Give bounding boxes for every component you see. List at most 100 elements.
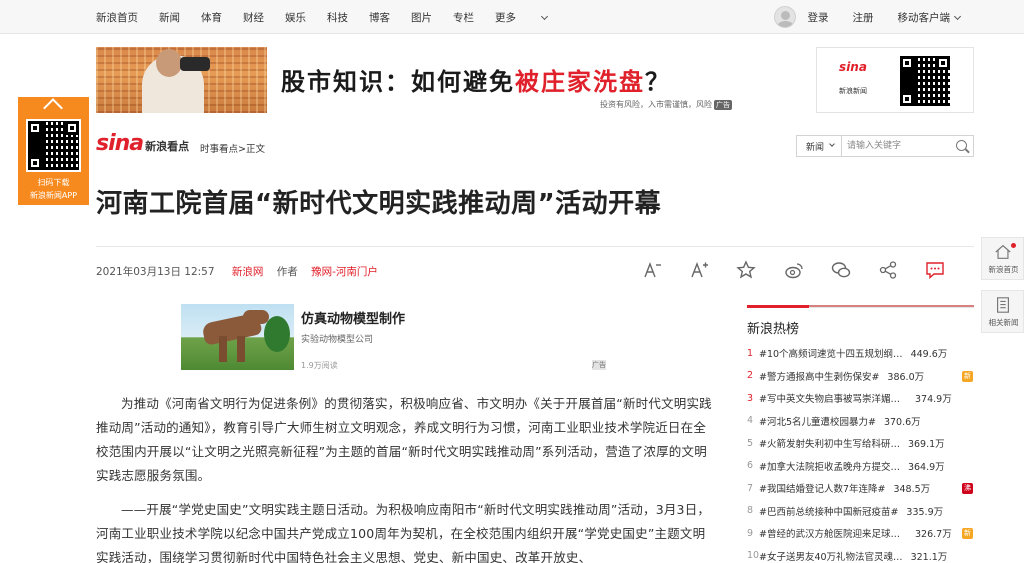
chevron-down-icon bbox=[953, 12, 962, 20]
hot-rank: 1 bbox=[747, 347, 754, 359]
nav-columns[interactable]: 专栏 bbox=[453, 10, 474, 25]
hot-badge: 沸 bbox=[962, 483, 973, 494]
hot-topic[interactable]: #曾经的武汉方舱医院迎来足球赛# bbox=[759, 526, 907, 540]
scan-download-label: 扫码下载 bbox=[37, 178, 70, 187]
hot-list-item[interactable]: 9 #曾经的武汉方舱医院迎来足球赛# 326.7万新 bbox=[747, 522, 977, 545]
hot-list-item[interactable]: 5 #火箭发射失利初中生写给科研… 369.1万 bbox=[747, 432, 977, 455]
hot-topic[interactable]: #10个高频词速览十四五规划纲… bbox=[759, 346, 903, 360]
login-link[interactable]: 登录 bbox=[808, 10, 829, 25]
nav-news[interactable]: 新闻 bbox=[159, 10, 180, 25]
app-download-float[interactable]: 扫码下载 新浪新闻APP bbox=[18, 97, 89, 205]
nav-tech[interactable]: 科技 bbox=[327, 10, 348, 25]
chevron-up-icon[interactable] bbox=[43, 98, 63, 118]
font-decrease-icon[interactable] bbox=[642, 260, 662, 280]
hot-list-item[interactable]: 2 #警方通报高中生剥伤保安# 386.0万 新 bbox=[747, 365, 977, 388]
nav-more-label: 更多 bbox=[495, 11, 516, 24]
comment-icon[interactable] bbox=[925, 260, 945, 280]
hot-badge: 新 bbox=[962, 370, 973, 382]
hot-rank: 4 bbox=[747, 415, 754, 427]
font-increase-icon[interactable] bbox=[689, 260, 709, 280]
hot-list-item[interactable]: 1 #10个高频词速览十四五规划纲… 449.6万 bbox=[747, 342, 977, 365]
home-icon bbox=[994, 244, 1011, 259]
hot-topic[interactable]: #我国结婚登记人数7年连降# bbox=[759, 481, 885, 495]
user-area: 登录 注册 移动客户端 bbox=[773, 0, 962, 34]
hot-topic[interactable]: #写中英文失物启事被骂崇洋媚外# bbox=[759, 391, 907, 405]
banner-note-text: 投资有风险，入市需谨慎，风险 bbox=[600, 100, 712, 109]
sina-mini-caption: 新浪新闻 bbox=[839, 87, 867, 95]
article-title: 河南工院首届“新时代文明实践推动周”活动开幕 bbox=[96, 189, 662, 219]
ad-tag: 广告 bbox=[714, 100, 732, 110]
mobile-client-menu[interactable]: 移动客户端 bbox=[897, 10, 962, 25]
paragraph: ——开展“学党史国史”文明实践主题日活动。为积极响应南阳市“新时代文明实践推动周… bbox=[96, 502, 711, 563]
banner-photo bbox=[96, 47, 267, 113]
app-download-banner[interactable]: sina 新浪新闻 bbox=[816, 47, 974, 113]
hot-count: 386.0万 bbox=[887, 371, 925, 383]
nav-finance[interactable]: 财经 bbox=[243, 10, 264, 25]
sina-logo-sub: 新浪看点 bbox=[145, 140, 190, 153]
hot-list-rule bbox=[747, 305, 974, 308]
hot-topic[interactable]: #加拿大法院拒收孟晚舟方提交… bbox=[759, 459, 900, 473]
nav-sports[interactable]: 体育 bbox=[201, 10, 222, 25]
hot-topic[interactable]: #火箭发射失利初中生写给科研… bbox=[759, 436, 900, 450]
hot-count: 335.9万 bbox=[906, 506, 944, 518]
article-source-link[interactable]: 新浪网 bbox=[232, 266, 264, 278]
hot-count: 364.9万 bbox=[907, 461, 945, 473]
hot-rank: 6 bbox=[747, 460, 754, 472]
ad-subtitle: 实验动物模型公司 bbox=[301, 335, 374, 345]
qr-code-icon bbox=[26, 119, 81, 172]
wechat-icon[interactable] bbox=[831, 260, 851, 280]
banner-headline-highlight: 被庄家洗盘 bbox=[515, 68, 645, 96]
nav-photos[interactable]: 图片 bbox=[411, 10, 432, 25]
hot-count: 369.1万 bbox=[907, 439, 945, 451]
article-date: 2021年03月13日 12:57 bbox=[96, 266, 215, 278]
sina-logo-text: sina bbox=[96, 131, 144, 156]
float-home-button[interactable]: 新浪首页 bbox=[981, 237, 1024, 280]
avatar[interactable] bbox=[773, 6, 796, 28]
nav-blog[interactable]: 博客 bbox=[369, 10, 390, 25]
hot-count: 326.7万 bbox=[915, 529, 952, 541]
hot-list-item[interactable]: 6 #加拿大法院拒收孟晚舟方提交… 364.9万 bbox=[747, 455, 977, 478]
hot-rank: 8 bbox=[747, 505, 754, 517]
hot-topic[interactable]: #河北5名儿童遭校园暴力# bbox=[759, 414, 876, 428]
hot-list-item[interactable]: 3 #写中英文失物启事被骂崇洋媚外# 374.9万 bbox=[747, 387, 977, 410]
search-input[interactable] bbox=[842, 137, 950, 155]
ad-card[interactable]: 仿真动物模型制作 实验动物模型公司 1.9万阅读 广告 bbox=[181, 304, 606, 372]
hot-rank: 9 bbox=[747, 527, 754, 539]
hot-list-item[interactable]: 7 #我国结婚登记人数7年连降# 348.5万 沸 bbox=[747, 477, 977, 500]
search-icon[interactable] bbox=[956, 140, 967, 151]
float-related-button[interactable]: 相关新闻 bbox=[981, 290, 1024, 333]
banner-headline: 股市知识：如何避免被庄家洗盘？ bbox=[281, 62, 671, 97]
weibo-icon[interactable] bbox=[784, 260, 804, 280]
ad-title[interactable]: 仿真动物模型制作 bbox=[301, 308, 405, 327]
mobile-client-label: 移动客户端 bbox=[897, 11, 951, 24]
breadcrumb[interactable]: 时事看点>正文 bbox=[200, 141, 265, 155]
hot-topic[interactable]: #巴西前总统接种中国新冠疫苗# bbox=[759, 504, 898, 518]
hot-list-item[interactable]: 10 #女子送男友40万礼物法官灵魂… 321.1万 bbox=[747, 545, 977, 563]
top-nav: 新浪首页 新闻 体育 财经 娱乐 科技 博客 图片 专栏 更多 bbox=[96, 0, 568, 34]
hot-list-item[interactable]: 8 #巴西前总统接种中国新冠疫苗# 335.9万 bbox=[747, 500, 977, 523]
hot-rank: 3 bbox=[747, 392, 754, 404]
chevron-down-icon bbox=[829, 141, 835, 147]
nav-more[interactable]: 更多 bbox=[495, 10, 549, 25]
hot-list-item[interactable]: 4 #河北5名儿童遭校园暴力# 370.6万 bbox=[747, 410, 977, 433]
divider bbox=[96, 246, 974, 247]
nav-entertainment[interactable]: 娱乐 bbox=[285, 10, 306, 25]
search-channel-select[interactable]: 新闻 bbox=[797, 136, 842, 156]
dinosaur-image bbox=[181, 304, 294, 370]
hot-topic[interactable]: #女子送男友40万礼物法官灵魂… bbox=[759, 549, 903, 563]
sina-kandian-logo[interactable]: sina 新浪看点 bbox=[96, 131, 189, 156]
author-link[interactable]: 豫网-河南门户 bbox=[311, 266, 378, 278]
hot-rank: 7 bbox=[747, 482, 754, 494]
document-icon bbox=[996, 297, 1009, 313]
hot-badge: 新 bbox=[962, 528, 973, 539]
stock-ad-banner[interactable]: 股市知识：如何避免被庄家洗盘？ 投资有风险，入市需谨慎，风险 广告 bbox=[96, 47, 732, 113]
hot-topic[interactable]: #警方通报高中生剥伤保安# bbox=[759, 369, 879, 383]
article-meta: 2021年03月13日 12:57 新浪网 作者 豫网-河南门户 bbox=[96, 264, 378, 279]
float-related-label: 相关新闻 bbox=[988, 318, 1019, 327]
share-icon[interactable] bbox=[878, 260, 898, 280]
nav-sina-home[interactable]: 新浪首页 bbox=[96, 10, 138, 25]
star-icon[interactable] bbox=[736, 260, 756, 280]
register-link[interactable]: 注册 bbox=[853, 10, 874, 25]
hot-rank: 2 bbox=[747, 370, 754, 382]
search-channel-label: 新闻 bbox=[806, 142, 825, 153]
